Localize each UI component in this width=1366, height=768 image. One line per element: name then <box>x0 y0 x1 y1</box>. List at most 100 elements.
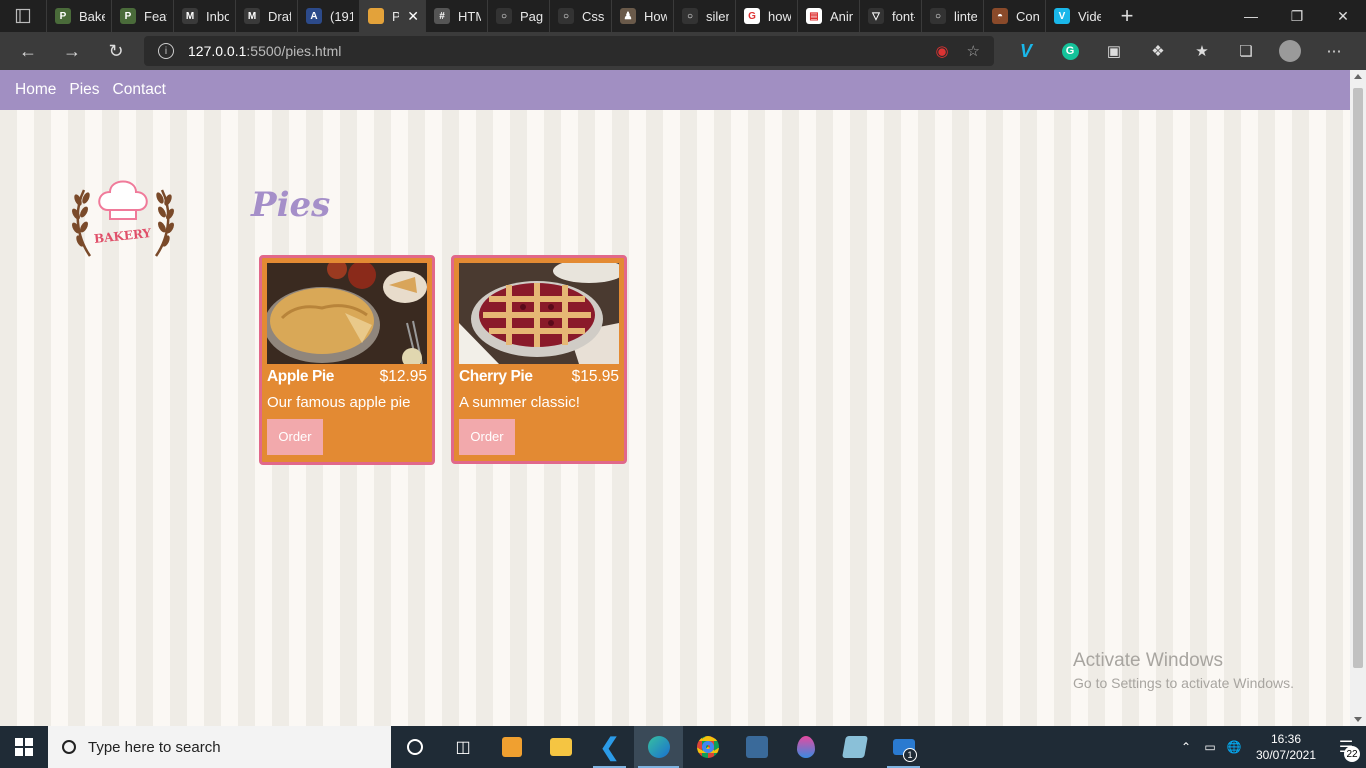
window-controls: — ❐ ✕ <box>1228 0 1366 32</box>
start-button[interactable] <box>0 726 48 768</box>
search-icon <box>62 740 76 754</box>
nav-contact-link[interactable]: Contact <box>113 81 166 99</box>
browser-tab-strip: PBakerPFeatuMInboMDraftA(1912P✕#HTML○Pag… <box>0 0 1366 32</box>
tab-title: Page <box>520 8 543 24</box>
tab-title: Css s <box>582 8 605 24</box>
new-tab-button[interactable]: + <box>1107 0 1147 32</box>
network-icon[interactable]: 🌐 <box>1222 740 1246 754</box>
tab-favicon-icon: ◓ <box>992 8 1008 24</box>
browser-tab[interactable]: ○ Page <box>487 0 549 32</box>
browser-tab[interactable]: P Baker <box>46 0 111 32</box>
minimize-button[interactable]: — <box>1228 0 1274 32</box>
browser-tab[interactable]: V Video <box>1045 0 1107 32</box>
chrome-icon[interactable] <box>683 726 732 768</box>
media-player-icon[interactable] <box>487 726 536 768</box>
browser-tab[interactable]: ○ silent <box>673 0 735 32</box>
restore-button[interactable]: ❐ <box>1274 0 1320 32</box>
close-window-button[interactable]: ✕ <box>1320 0 1366 32</box>
task-view-icon[interactable]: ◫ <box>439 726 487 768</box>
browser-tab[interactable]: A (1912 <box>297 0 359 32</box>
grammarly-extension-icon[interactable]: G <box>1048 32 1092 70</box>
collections-icon[interactable]: ❏ <box>1224 32 1268 70</box>
watermark-title: Activate Windows <box>1073 650 1223 671</box>
battery-icon[interactable]: ▭ <box>1198 740 1222 754</box>
browser-toolbar: ← → ↻ i 127.0.0.1:5500/pies.html ◉ ☆ V G… <box>0 32 1366 70</box>
tab-title: (1912 <box>330 8 353 24</box>
tab-favicon-icon: ○ <box>496 8 512 24</box>
profile-avatar[interactable] <box>1268 32 1312 70</box>
browser-tab[interactable]: P Featu <box>111 0 173 32</box>
file-explorer-icon[interactable] <box>536 726 585 768</box>
action-center-icon[interactable]: ☰ 22 <box>1326 726 1366 768</box>
paint-drop-icon[interactable] <box>781 726 830 768</box>
site-info-icon[interactable]: i <box>158 43 174 59</box>
refresh-button[interactable]: ↻ <box>94 32 138 70</box>
tab-favicon-icon: M <box>244 8 260 24</box>
apple-pie-image <box>267 263 427 364</box>
favorite-star-icon[interactable]: ☆ <box>967 42 980 60</box>
scrollbar-thumb[interactable] <box>1353 88 1363 668</box>
tab-title: Baker <box>79 8 105 24</box>
edge-browser-icon[interactable] <box>634 726 683 768</box>
cherry-pie-image <box>459 263 619 364</box>
vimeo-extension-icon[interactable]: V <box>1004 32 1048 70</box>
tab-actions-icon[interactable] <box>0 0 46 32</box>
product-card-cherry-pie: Cherry Pie $15.95 A summer classic! Orde… <box>451 255 627 464</box>
mail-icon[interactable]: 1 <box>879 726 928 768</box>
tray-expand-icon[interactable]: ⌃ <box>1174 740 1198 754</box>
browser-tab[interactable]: ◓ Conti <box>983 0 1045 32</box>
browser-tab[interactable]: M Draft <box>235 0 297 32</box>
forward-button[interactable]: → <box>50 32 94 70</box>
tab-favicon-icon: ♟ <box>620 8 636 24</box>
product-price: $12.95 <box>379 368 427 385</box>
windows-taskbar: Type here to search ◫ ❮ 1 ⌃ ▭ 🌐 16:36 30… <box>0 726 1366 768</box>
browser-tab[interactable]: ▽ font- <box>859 0 921 32</box>
nav-pies-link[interactable]: Pies <box>69 81 99 99</box>
tab-favicon-icon: # <box>434 8 450 24</box>
taskbar-search-box[interactable]: Type here to search <box>48 726 391 768</box>
browser-tab[interactable]: ○ Css s <box>549 0 611 32</box>
tab-title: HTML <box>458 8 481 24</box>
scroll-down-arrow-icon[interactable] <box>1354 717 1362 722</box>
browser-tab[interactable]: # HTML <box>425 0 487 32</box>
browser-tab[interactable]: Ghow <box>735 0 797 32</box>
windows-logo-icon <box>15 738 33 756</box>
vscode-icon[interactable]: ❮ <box>585 726 634 768</box>
nav-home-link[interactable]: Home <box>15 81 56 99</box>
browser-tab[interactable]: ♟ How <box>611 0 673 32</box>
tab-favicon-icon: ○ <box>930 8 946 24</box>
order-button[interactable]: Order <box>267 419 323 455</box>
page-scrollbar[interactable] <box>1350 70 1366 726</box>
order-button[interactable]: Order <box>459 419 515 455</box>
browser-tab[interactable]: ○ linter <box>921 0 983 32</box>
tab-title: font- <box>892 8 915 24</box>
tab-favicon-icon: ▤ <box>806 8 822 24</box>
tab-title: P <box>392 9 399 24</box>
notification-count: 22 <box>1344 746 1360 762</box>
system-tray: ⌃ ▭ 🌐 16:36 30/07/2021 ☰ 22 <box>1174 726 1366 768</box>
browser-tab[interactable]: P✕ <box>359 0 425 32</box>
browser-tab[interactable]: ▤ Anim <box>797 0 859 32</box>
extension-icon[interactable]: ▣ <box>1092 32 1136 70</box>
taskbar-clock[interactable]: 16:36 30/07/2021 <box>1246 731 1326 763</box>
scroll-up-arrow-icon[interactable] <box>1354 74 1362 79</box>
tab-close-icon[interactable]: ✕ <box>407 8 419 25</box>
clock-app-icon[interactable] <box>732 726 781 768</box>
tab-title: Conti <box>1016 8 1039 24</box>
browser-tab[interactable]: M Inbo <box>173 0 235 32</box>
tab-title: linter <box>954 8 977 24</box>
back-button[interactable]: ← <box>6 32 50 70</box>
more-menu-icon[interactable]: ⋯ <box>1312 32 1356 70</box>
tab-favicon-icon <box>368 8 384 24</box>
cortana-icon[interactable] <box>391 726 439 768</box>
product-name: Cherry Pie <box>459 368 533 385</box>
watermark-subtitle: Go to Settings to activate Windows. <box>1073 675 1294 691</box>
tab-title: Anim <box>830 8 853 24</box>
extensions-puzzle-icon[interactable]: ❖ <box>1136 32 1180 70</box>
product-price: $15.95 <box>571 368 619 385</box>
notes-app-icon[interactable] <box>830 726 879 768</box>
tracking-prevention-icon[interactable]: ◉ <box>935 42 948 60</box>
favorites-icon[interactable]: ★ <box>1180 32 1224 70</box>
address-bar[interactable]: i 127.0.0.1:5500/pies.html ◉ ☆ <box>144 36 994 66</box>
tab-favicon-icon: ▽ <box>868 8 884 24</box>
